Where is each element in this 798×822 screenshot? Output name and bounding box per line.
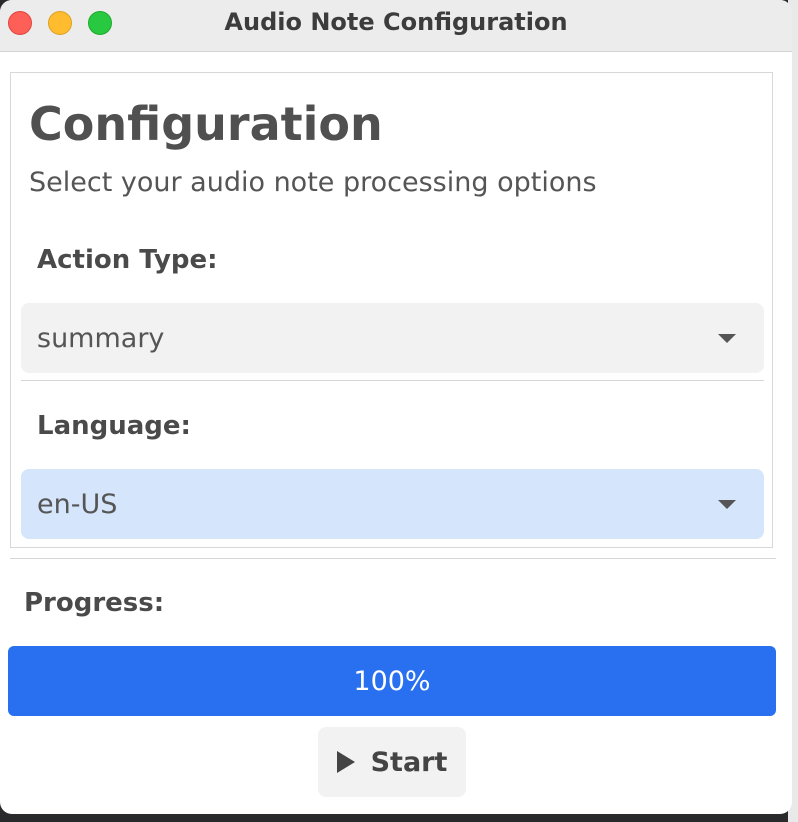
app-window: Audio Note Configuration Configuration S… xyxy=(0,0,792,814)
title-bar: Audio Note Configuration xyxy=(0,0,792,52)
start-button[interactable]: Start xyxy=(318,727,466,797)
page-title: Configuration xyxy=(29,97,383,151)
language-select[interactable]: en-US xyxy=(21,469,764,539)
start-button-label: Start xyxy=(370,746,448,778)
action-type-label: Action Type: xyxy=(37,245,218,275)
divider xyxy=(10,558,776,559)
progress-label: Progress: xyxy=(24,588,165,618)
language-value: en-US xyxy=(37,488,118,520)
action-type-value: summary xyxy=(37,322,165,354)
divider xyxy=(21,380,764,381)
language-label: Language: xyxy=(37,411,191,441)
chevron-down-icon xyxy=(718,500,736,509)
progress-bar: 100% xyxy=(8,646,776,716)
window-title: Audio Note Configuration xyxy=(224,8,568,36)
progress-percent: 100% xyxy=(353,665,431,697)
action-type-select[interactable]: summary xyxy=(21,303,764,373)
play-icon xyxy=(336,751,355,773)
page-subtitle: Select your audio note processing option… xyxy=(29,167,597,198)
chevron-down-icon xyxy=(718,334,736,343)
configuration-panel: Configuration Select your audio note pro… xyxy=(10,72,773,548)
